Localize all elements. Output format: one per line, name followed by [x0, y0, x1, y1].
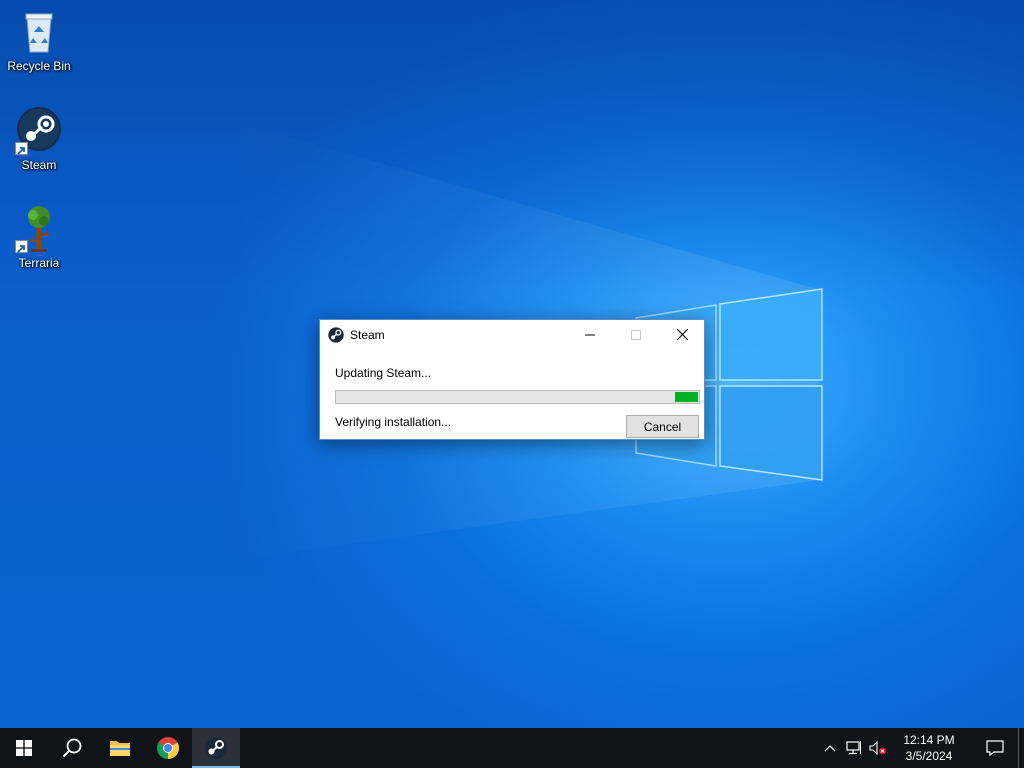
action-center-button[interactable] — [972, 728, 1018, 768]
chevron-up-icon[interactable] — [818, 728, 842, 768]
desktop-icon-steam[interactable]: Steam — [1, 107, 77, 172]
windows-logo-icon — [16, 740, 32, 756]
search-icon — [62, 738, 82, 758]
terraria-icon — [15, 205, 63, 253]
steam-icon — [15, 107, 63, 155]
start-button[interactable] — [0, 728, 48, 768]
folder-icon — [110, 741, 130, 756]
progress-fill — [675, 392, 698, 402]
search-button[interactable] — [48, 728, 96, 768]
desktop: Recycle Bin Steam Terraria Steam Updatin… — [0, 0, 1024, 728]
minimize-icon — [585, 334, 595, 335]
desktop-icon-terraria[interactable]: Terraria — [1, 205, 77, 270]
show-desktop-button[interactable] — [1018, 728, 1024, 768]
maximize-icon — [631, 329, 641, 340]
system-tray: 12:14 PM 3/5/2024 — [818, 728, 1024, 768]
minimize-button[interactable] — [567, 320, 613, 349]
dialog-title: Steam — [350, 328, 385, 342]
desktop-icon-label: Terraria — [18, 256, 60, 270]
progress-bar — [335, 390, 700, 404]
steam-update-dialog: Steam Updating Steam... Verifying instal… — [319, 319, 705, 440]
steam-icon — [205, 737, 227, 759]
chrome-icon — [157, 737, 179, 759]
desktop-icon-label: Recycle Bin — [7, 59, 71, 73]
status-text: Updating Steam... — [335, 366, 432, 380]
detail-text: Verifying installation... — [335, 415, 452, 429]
chrome-button[interactable] — [144, 728, 192, 768]
maximize-button — [613, 320, 659, 349]
desktop-icon-recycle-bin[interactable]: Recycle Bin — [1, 8, 77, 73]
shortcut-arrow-icon — [15, 240, 28, 253]
shortcut-arrow-icon — [15, 142, 28, 155]
desktop-icon-label: Steam — [21, 158, 57, 172]
taskbar: 12:14 PM 3/5/2024 — [0, 728, 1024, 768]
network-icon[interactable] — [842, 728, 866, 768]
clock[interactable]: 12:14 PM 3/5/2024 — [894, 732, 964, 764]
close-icon — [676, 329, 688, 340]
cancel-button[interactable]: Cancel — [626, 415, 699, 438]
notification-icon — [986, 740, 1004, 756]
dialog-titlebar[interactable]: Steam — [320, 320, 704, 350]
recycle-bin-icon — [15, 8, 63, 56]
close-button[interactable] — [659, 320, 705, 349]
clock-time: 12:14 PM — [903, 733, 955, 747]
steam-icon — [328, 327, 344, 343]
volume-muted-icon[interactable] — [866, 728, 890, 768]
file-explorer-button[interactable] — [96, 728, 144, 768]
steam-taskbar-button[interactable] — [192, 728, 240, 768]
clock-date: 3/5/2024 — [905, 749, 953, 763]
